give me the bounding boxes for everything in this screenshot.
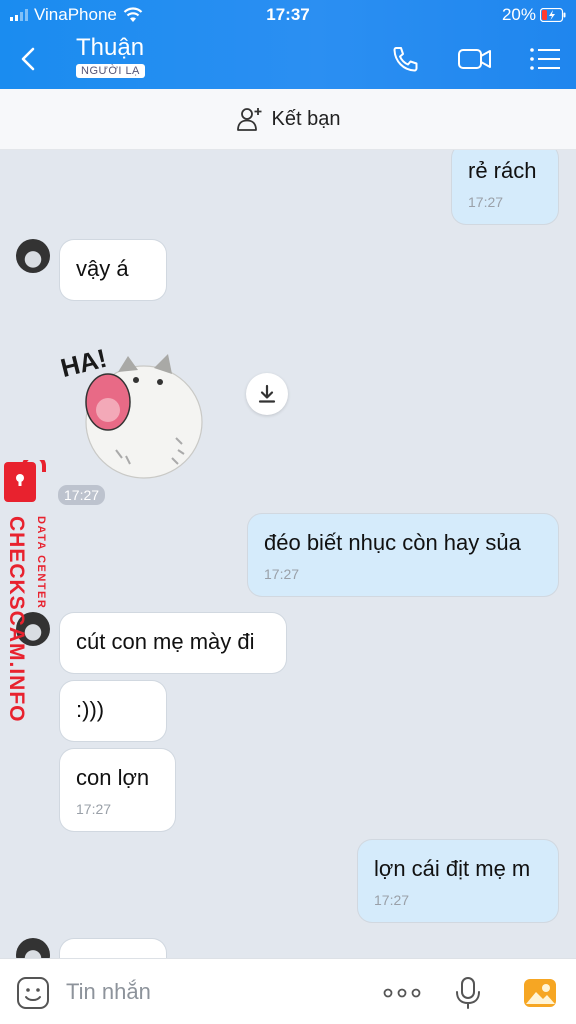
message-time: 17:27 [374, 892, 410, 908]
download-button[interactable] [246, 373, 288, 415]
battery-percent: 20% [501, 5, 536, 24]
cat-sticker[interactable]: HA! [56, 340, 206, 480]
message-text: :))) [76, 697, 105, 722]
message-time: 17:27 [76, 801, 112, 817]
add-friend-bar[interactable]: Kết bạn [0, 89, 576, 150]
add-friend-label[interactable]: Kết bạn [272, 108, 341, 131]
sticker-time: 17:27 [58, 485, 106, 505]
message-text: đéo biết nhục còn hay sủa [264, 530, 521, 555]
message-composer: Tin nhắn [0, 958, 576, 1024]
watermark-sub: DATA CENTER [35, 516, 47, 609]
message-list[interactable]: rẻ rách 17:27 vậy á HA! 17:27 đéo biết n… [0, 150, 576, 958]
phone-call-icon[interactable] [388, 44, 424, 74]
message-incoming[interactable]: vậy á [60, 240, 166, 300]
message-incoming[interactable] [60, 939, 166, 958]
microphone-icon[interactable] [450, 975, 486, 1011]
avatar[interactable] [16, 239, 50, 273]
message-text: con lợn [76, 765, 150, 790]
image-gallery-icon[interactable] [522, 975, 558, 1011]
avatar[interactable] [16, 938, 50, 958]
checkscam-watermark: CHECKSCAM.INFO DATA CENTER [4, 460, 47, 723]
more-options-icon[interactable] [382, 975, 422, 1011]
message-incoming[interactable]: :))) [60, 681, 166, 741]
battery: 20% [502, 5, 566, 25]
message-outgoing[interactable]: rẻ rách 17:27 [452, 150, 558, 224]
message-incoming[interactable]: cút con mẹ mày đi [60, 613, 286, 673]
message-text: vậy á [76, 256, 129, 281]
download-icon [258, 384, 276, 403]
contact-name[interactable]: Thuận [76, 34, 144, 62]
message-incoming[interactable]: con lợn 17:27 [60, 749, 175, 831]
watermark-brand: CHECKSCAM.INFO [5, 516, 28, 723]
message-text: cút con mẹ mày đi [76, 629, 255, 654]
status-bar: VinaPhone 17:37 20% [0, 0, 576, 30]
message-text: rẻ rách [468, 158, 537, 183]
sticker-emoji-icon[interactable] [15, 975, 51, 1011]
message-input[interactable]: Tin nhắn [66, 979, 151, 1005]
menu-list-icon[interactable] [528, 44, 564, 74]
back-icon[interactable] [14, 44, 44, 74]
video-call-icon[interactable] [457, 44, 493, 74]
chat-header: VinaPhone 17:37 20% Thuận NGƯỜI LẠ [0, 0, 576, 89]
message-time: 17:27 [468, 194, 504, 210]
message-time: 17:27 [264, 566, 300, 582]
add-friend-icon [236, 108, 262, 131]
message-outgoing[interactable]: đéo biết nhục còn hay sủa 17:27 [248, 514, 558, 596]
message-text: lợn cái địt mẹ m [374, 856, 531, 881]
battery-icon [540, 8, 566, 22]
stranger-badge: NGƯỜI LẠ [76, 64, 145, 78]
message-outgoing[interactable]: lợn cái địt mẹ m 17:27 [358, 840, 558, 922]
clock: 17:37 [266, 5, 310, 24]
